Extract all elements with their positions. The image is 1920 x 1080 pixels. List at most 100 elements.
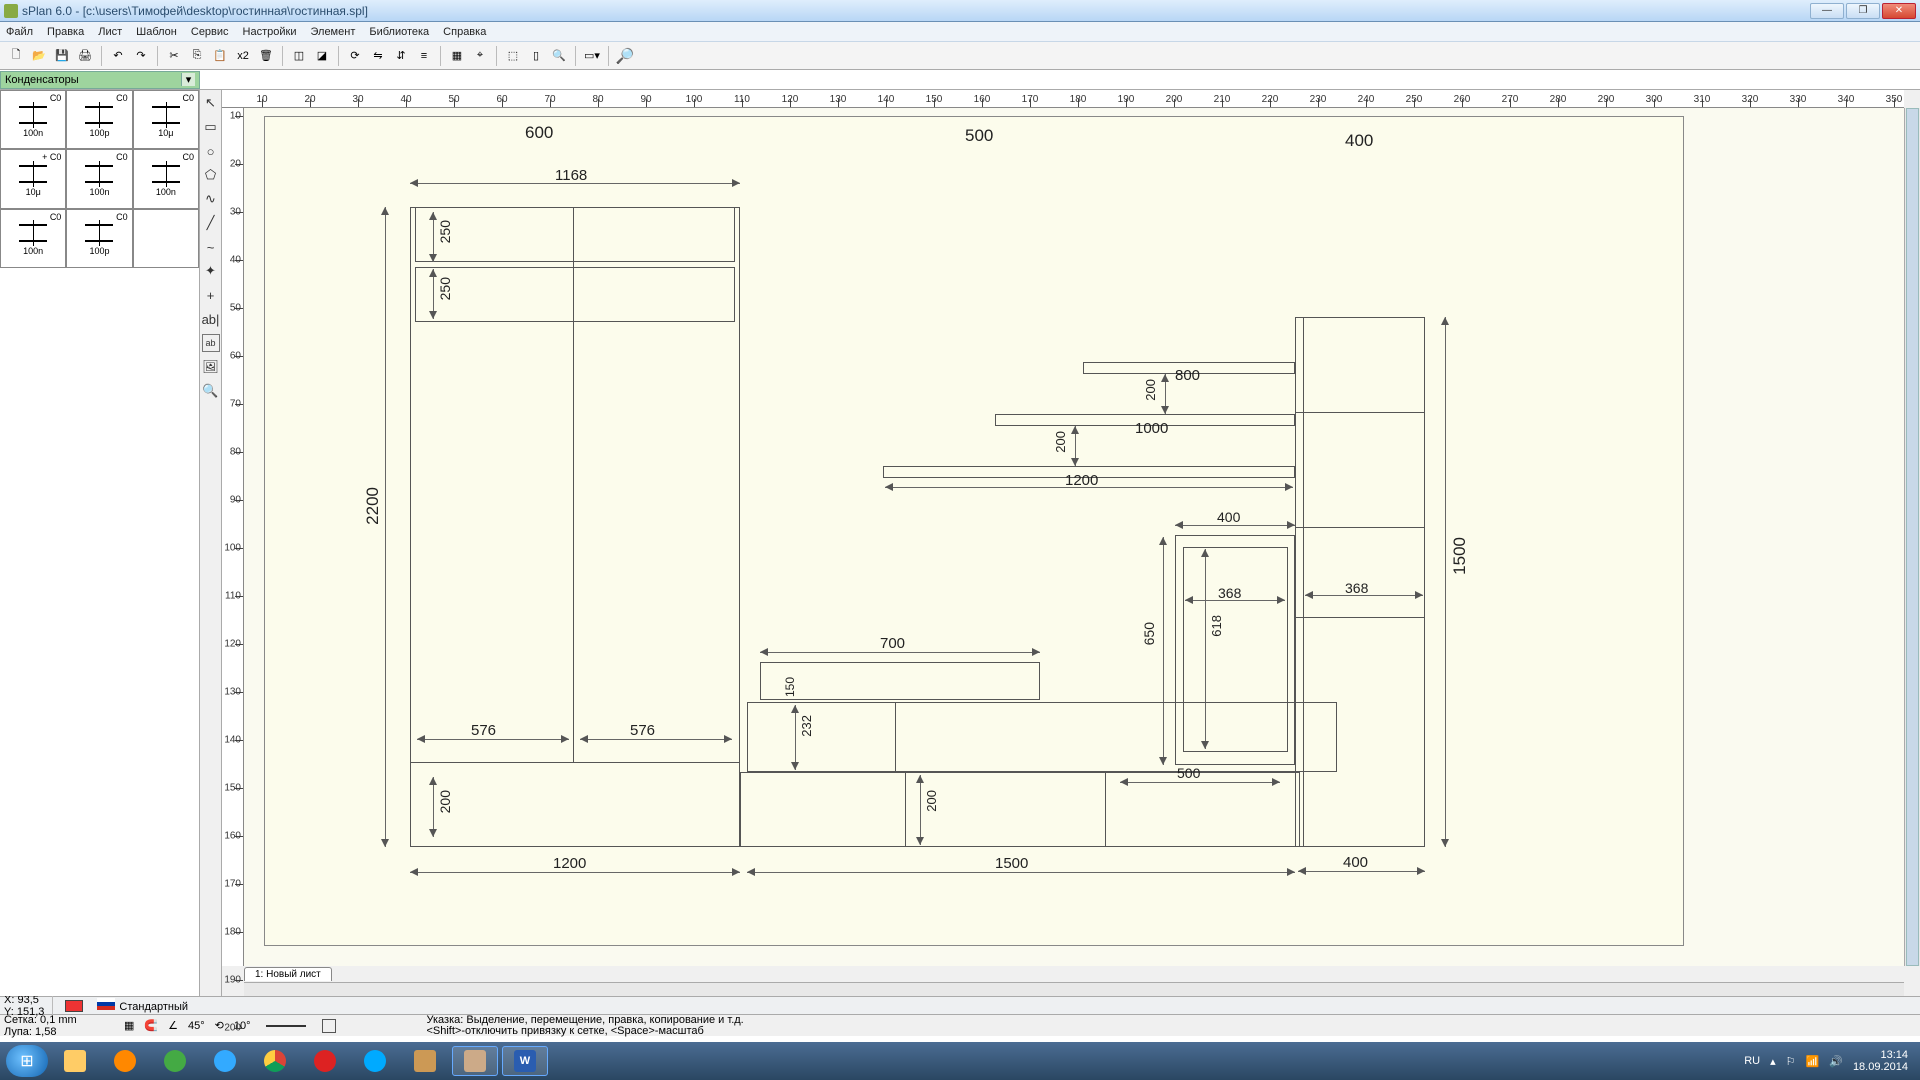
component-category-dropdown[interactable]: Конденсаторы ▾ — [0, 71, 200, 89]
taskbar-splan-icon[interactable] — [452, 1046, 498, 1076]
menu-service[interactable]: Сервис — [191, 26, 229, 38]
circle-tool-icon[interactable]: ○ — [202, 142, 220, 160]
dim-650: 650 — [1141, 622, 1157, 645]
poly-tool-icon[interactable]: ⬠ — [202, 166, 220, 184]
palette-component[interactable]: C0100n — [0, 209, 66, 268]
snap-icon[interactable]: ⌖ — [470, 46, 490, 66]
angle-icon[interactable]: ∠ — [168, 1019, 178, 1032]
dimline-200a — [433, 777, 434, 837]
delete-icon[interactable]: 🗑 — [256, 46, 276, 66]
line-width-preview[interactable] — [266, 1025, 306, 1027]
angle-ccw-icon[interactable]: ⟲ — [215, 1019, 224, 1032]
taskbar-paint-icon[interactable] — [402, 1046, 448, 1076]
color-swatch-icon[interactable] — [65, 1000, 83, 1012]
taskbar-ie-icon[interactable] — [202, 1046, 248, 1076]
tray-lang[interactable]: RU — [1744, 1055, 1760, 1067]
node-tool-icon[interactable]: ✦ — [202, 262, 220, 280]
angle-45[interactable]: 45° — [188, 1020, 205, 1032]
undo-icon[interactable]: ↶ — [108, 46, 128, 66]
page-icon[interactable]: ▭▾ — [582, 46, 602, 66]
dim-200c: 200 — [1053, 431, 1068, 453]
vertical-ruler: 1020304050607080901001101201301401501601… — [222, 108, 244, 966]
palette-component[interactable]: C0100n — [133, 149, 199, 208]
align-icon[interactable]: ≡ — [414, 46, 434, 66]
mirror-h-icon[interactable]: ⇋ — [368, 46, 388, 66]
print-icon[interactable]: 🖨 — [75, 46, 95, 66]
select-frame-icon[interactable]: ⬚ — [503, 46, 523, 66]
pointer-tool-icon[interactable]: ↖ — [202, 94, 220, 112]
palette-component[interactable]: C010μ — [133, 90, 199, 149]
horizontal-ruler: 1020304050607080901001101201301401501601… — [222, 90, 1904, 108]
taskbar-skype-icon[interactable] — [352, 1046, 398, 1076]
image-tool-icon[interactable]: 🖼 — [202, 358, 220, 376]
sheet-tabs: 1: Новый лист — [244, 966, 332, 982]
close-button[interactable]: ✕ — [1882, 3, 1916, 19]
tray-date[interactable]: 18.09.2014 — [1853, 1061, 1908, 1073]
menu-file[interactable]: Файл — [6, 26, 33, 38]
taskbar-opera-icon[interactable] — [302, 1046, 348, 1076]
cut-icon[interactable]: ✂ — [164, 46, 184, 66]
palette-component[interactable]: C0100n — [0, 90, 66, 149]
tray-up-icon[interactable]: ▴ — [1770, 1055, 1776, 1068]
zoom-tool-icon[interactable]: 🔍 — [202, 382, 220, 400]
minimize-button[interactable]: — — [1810, 3, 1844, 19]
taskbar-word-icon[interactable]: W — [502, 1046, 548, 1076]
rotate-icon[interactable]: ⟳ — [345, 46, 365, 66]
bezier-tool-icon[interactable]: ~ — [202, 238, 220, 256]
panel-icon[interactable]: ▯ — [526, 46, 546, 66]
textframe-tool-icon[interactable]: ab — [202, 334, 220, 352]
menu-library[interactable]: Библиотека — [369, 26, 429, 38]
magnet-icon[interactable]: 🧲 — [144, 1019, 158, 1032]
menu-help[interactable]: Справка — [443, 26, 486, 38]
drawing-canvas[interactable]: 600 500 400 1168 250 250 2200 — [244, 108, 1904, 966]
paste-icon[interactable]: 📋 — [210, 46, 230, 66]
open-file-icon[interactable]: 📂 — [29, 46, 49, 66]
horizontal-scrollbar[interactable] — [244, 982, 1904, 996]
junction-tool-icon[interactable]: + — [202, 286, 220, 304]
system-tray: RU ▴ ⚐ 📶 🔊 13:1418.09.2014 — [1744, 1049, 1914, 1073]
find-icon[interactable]: 🔍 — [549, 46, 569, 66]
save-file-icon[interactable]: 💾 — [52, 46, 72, 66]
line-tool-icon[interactable]: ╱ — [202, 214, 220, 232]
redo-icon[interactable]: ↷ — [131, 46, 151, 66]
taskbar-chrome-icon[interactable] — [252, 1046, 298, 1076]
text-tool-icon[interactable]: ab| — [202, 310, 220, 328]
drawing-tooltray: ↖ ▭ ○ ⬠ ∿ ╱ ~ ✦ + ab| ab 🖼 🔍 — [200, 90, 222, 996]
menu-edit[interactable]: Правка — [47, 26, 84, 38]
mirror-v-icon[interactable]: ⇵ — [391, 46, 411, 66]
sheet-tab-1[interactable]: 1: Новый лист — [244, 967, 332, 981]
maximize-button[interactable]: ❐ — [1846, 3, 1880, 19]
rect-tool-icon[interactable]: ▭ — [202, 118, 220, 136]
palette-component[interactable]: C0100n — [66, 149, 132, 208]
palette-component[interactable]: C0100p — [66, 209, 132, 268]
dim-250b: 250 — [437, 277, 453, 300]
tray-volume-icon[interactable]: 🔊 — [1829, 1055, 1843, 1068]
ungroup-icon[interactable]: ◪ — [312, 46, 332, 66]
taskbar-explorer-icon[interactable] — [52, 1046, 98, 1076]
fill-preview[interactable] — [322, 1019, 336, 1033]
menu-element[interactable]: Элемент — [310, 26, 355, 38]
vertical-scrollbar[interactable] — [1904, 108, 1920, 966]
group-icon[interactable]: ◫ — [289, 46, 309, 66]
taskbar-wmplayer-icon[interactable] — [102, 1046, 148, 1076]
zoom-icon[interactable]: 🔎 — [615, 46, 635, 66]
tray-time[interactable]: 13:14 — [1880, 1049, 1908, 1061]
palette-component[interactable]: + C010μ — [0, 149, 66, 208]
palette-component[interactable]: C0100p — [66, 90, 132, 149]
cabinet-left-base — [410, 762, 740, 847]
new-file-icon[interactable]: 🗋 — [6, 46, 26, 66]
dim-600: 600 — [525, 123, 553, 143]
start-button[interactable]: ⊞ — [6, 1045, 48, 1077]
menu-template[interactable]: Шаблон — [136, 26, 177, 38]
grid-icon[interactable]: ▦ — [447, 46, 467, 66]
freehand-tool-icon[interactable]: ∿ — [202, 190, 220, 208]
menu-settings[interactable]: Настройки — [243, 26, 297, 38]
tray-flag-icon[interactable]: ⚐ — [1786, 1055, 1796, 1068]
palette-component[interactable] — [133, 209, 199, 268]
grid-toggle-icon[interactable]: ▦ — [124, 1019, 134, 1032]
taskbar-utorrent-icon[interactable] — [152, 1046, 198, 1076]
duplicate-icon[interactable]: x2 — [233, 46, 253, 66]
copy-icon[interactable]: ⎘ — [187, 46, 207, 66]
tray-network-icon[interactable]: 📶 — [1806, 1055, 1820, 1068]
menu-sheet[interactable]: Лист — [98, 26, 122, 38]
